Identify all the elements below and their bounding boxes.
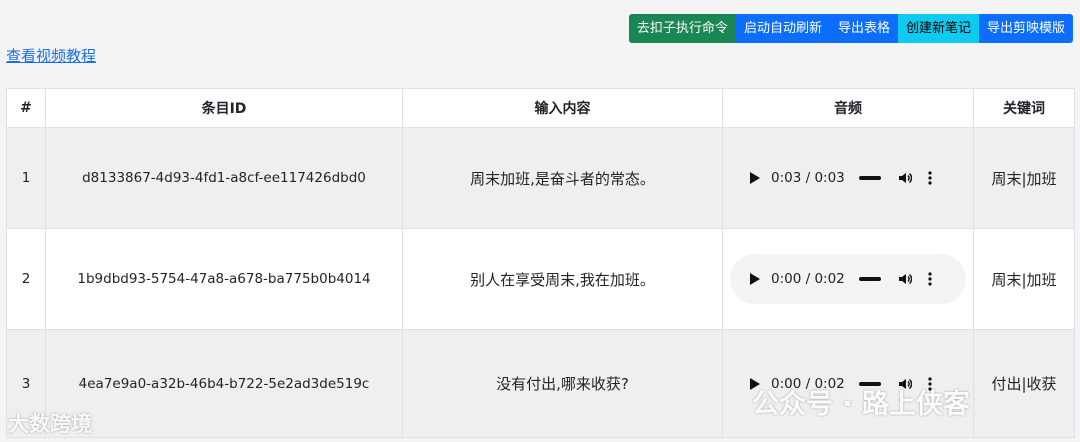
row-content: 别人在享受周末,我在加班。: [402, 228, 723, 330]
row-id: 4ea7e9a0-a32b-46b4-b722-5e2ad3de519c: [45, 329, 403, 438]
video-tutorial-link[interactable]: 查看视频教程: [6, 45, 96, 66]
audio-time: 0:00 / 0:02: [771, 271, 845, 287]
more-options-icon[interactable]: [928, 171, 932, 185]
export-template-button[interactable]: 导出剪映模版: [978, 14, 1073, 43]
row-index: 1: [6, 127, 46, 229]
row-audio: 0:00 / 0:02: [722, 228, 974, 330]
row-keywords: 付出|收获: [973, 329, 1075, 438]
watermark-left: 大数跨境: [8, 412, 92, 436]
row-id: 1b9dbd93-5754-47a8-a678-ba775b0b4014: [45, 228, 403, 330]
column-header-content: 输入内容: [402, 88, 723, 128]
create-note-button[interactable]: 创建新笔记: [897, 14, 979, 43]
column-header-audio: 音频: [722, 88, 974, 128]
column-header-index: #: [6, 88, 46, 128]
audio-player[interactable]: 0:03 / 0:03: [730, 153, 966, 203]
column-header-keywords: 关键词: [973, 88, 1075, 128]
watermark-right: 公众号 · 路上侠客: [752, 389, 971, 420]
play-icon[interactable]: [750, 273, 760, 285]
audio-player[interactable]: 0:00 / 0:02: [730, 254, 966, 304]
more-options-icon[interactable]: [928, 272, 932, 286]
row-keywords: 周末|加班: [973, 228, 1075, 330]
audio-time: 0:03 / 0:03: [771, 170, 845, 186]
run-command-button[interactable]: 去扣子执行命令: [628, 14, 736, 43]
row-audio: 0:03 / 0:03: [722, 127, 974, 229]
auto-refresh-button[interactable]: 启动自动刷新: [735, 14, 830, 43]
export-table-button[interactable]: 导出表格: [829, 14, 898, 43]
audio-progress-bar[interactable]: [858, 277, 881, 281]
row-content: 周末加班,是奋斗者的常态。: [402, 127, 723, 229]
toolbar: 去扣子执行命令 启动自动刷新 导出表格 创建新笔记 导出剪映模版: [628, 14, 1073, 43]
table-header-row: # 条目ID 输入内容 音频 关键词: [6, 88, 1075, 128]
volume-icon[interactable]: [898, 272, 912, 286]
row-id: d8133867-4d93-4fd1-a8cf-ee117426dbd0: [45, 127, 403, 229]
table-row: 1 d8133867-4d93-4fd1-a8cf-ee117426dbd0 周…: [6, 127, 1075, 229]
table-row: 2 1b9dbd93-5754-47a8-a678-ba775b0b4014 别…: [6, 228, 1075, 330]
row-keywords: 周末|加班: [973, 127, 1075, 229]
row-index: 2: [6, 228, 46, 330]
column-header-id: 条目ID: [45, 88, 403, 128]
play-icon[interactable]: [750, 172, 760, 184]
row-content: 没有付出,哪来收获?: [402, 329, 723, 438]
volume-icon[interactable]: [898, 171, 912, 185]
audio-progress-bar[interactable]: [858, 176, 881, 180]
